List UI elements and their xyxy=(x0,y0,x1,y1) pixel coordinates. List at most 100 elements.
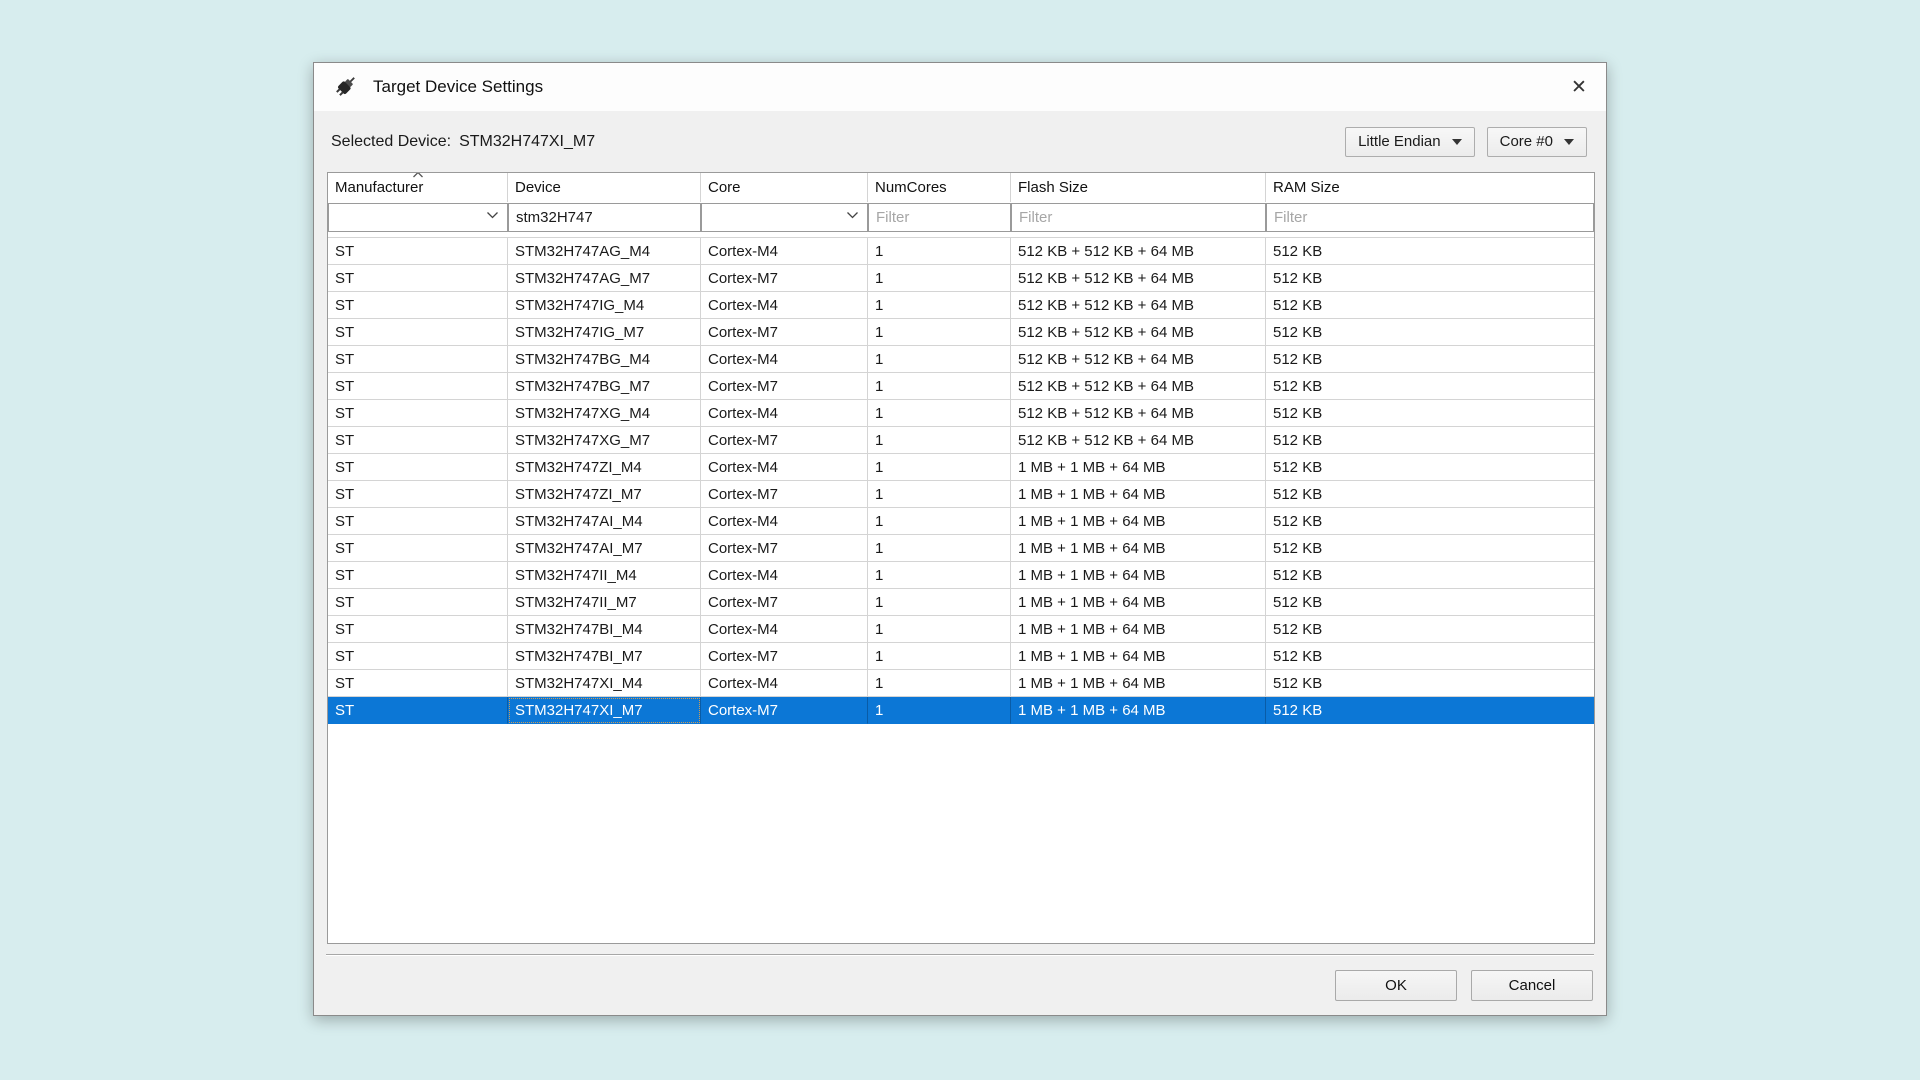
ram-size-filter-input[interactable] xyxy=(1266,203,1594,232)
cell-manufacturer: ST xyxy=(328,562,508,589)
cell-ram-size: 512 KB xyxy=(1266,373,1594,400)
cell-core: Cortex-M7 xyxy=(701,697,868,724)
cell-device: STM32H747XI_M4 xyxy=(508,670,701,697)
cell-flash-size: 512 KB + 512 KB + 64 MB xyxy=(1011,319,1266,346)
table-row[interactable]: ST STM32H747AI_M4 Cortex-M4 1 1 MB + 1 M… xyxy=(328,508,1594,535)
table-row[interactable]: ST STM32H747XI_M7 Cortex-M7 1 1 MB + 1 M… xyxy=(328,697,1594,724)
cell-flash-size: 512 KB + 512 KB + 64 MB xyxy=(1011,400,1266,427)
table-row[interactable]: ST STM32H747BI_M7 Cortex-M7 1 1 MB + 1 M… xyxy=(328,643,1594,670)
cell-flash-size: 512 KB + 512 KB + 64 MB xyxy=(1011,346,1266,373)
cell-numcores: 1 xyxy=(868,481,1011,508)
cell-flash-size: 1 MB + 1 MB + 64 MB xyxy=(1011,616,1266,643)
table-row[interactable]: ST STM32H747II_M7 Cortex-M7 1 1 MB + 1 M… xyxy=(328,589,1594,616)
cell-device: STM32H747AI_M7 xyxy=(508,535,701,562)
table-row[interactable]: ST STM32H747IG_M4 Cortex-M4 1 512 KB + 5… xyxy=(328,292,1594,319)
core-filter-combobox[interactable] xyxy=(701,203,868,232)
table-row[interactable]: ST STM32H747AG_M4 Cortex-M4 1 512 KB + 5… xyxy=(328,238,1594,265)
cell-numcores: 1 xyxy=(868,508,1011,535)
cell-core: Cortex-M7 xyxy=(701,589,868,616)
cell-numcores: 1 xyxy=(868,292,1011,319)
ok-button[interactable]: OK xyxy=(1335,970,1457,1001)
cell-numcores: 1 xyxy=(868,319,1011,346)
cell-core: Cortex-M7 xyxy=(701,265,868,292)
cell-flash-size: 512 KB + 512 KB + 64 MB xyxy=(1011,373,1266,400)
cell-manufacturer: ST xyxy=(328,535,508,562)
column-header-numcores[interactable]: NumCores xyxy=(868,173,1011,202)
device-filter-input[interactable] xyxy=(508,203,701,232)
cell-core: Cortex-M7 xyxy=(701,319,868,346)
dialog-titlebar[interactable]: Target Device Settings ✕ xyxy=(314,63,1606,111)
table-header-row: Manufacturer Device Core NumCores Flash … xyxy=(328,173,1594,202)
numcores-filter-input[interactable] xyxy=(868,203,1011,232)
chevron-down-icon xyxy=(1452,139,1462,145)
cell-flash-size: 1 MB + 1 MB + 64 MB xyxy=(1011,697,1266,724)
cell-manufacturer: ST xyxy=(328,643,508,670)
cell-numcores: 1 xyxy=(868,373,1011,400)
selected-device-label: Selected Device: xyxy=(331,133,451,151)
selected-device-value: STM32H747XI_M7 xyxy=(459,133,595,151)
table-row[interactable]: ST STM32H747XI_M4 Cortex-M4 1 1 MB + 1 M… xyxy=(328,670,1594,697)
cell-flash-size: 512 KB + 512 KB + 64 MB xyxy=(1011,427,1266,454)
cell-flash-size: 1 MB + 1 MB + 64 MB xyxy=(1011,643,1266,670)
column-header-manufacturer[interactable]: Manufacturer xyxy=(328,173,508,202)
cell-core: Cortex-M7 xyxy=(701,481,868,508)
table-row[interactable]: ST STM32H747BI_M4 Cortex-M4 1 1 MB + 1 M… xyxy=(328,616,1594,643)
cell-device: STM32H747BG_M7 xyxy=(508,373,701,400)
dialog-title: Target Device Settings xyxy=(373,77,543,97)
cancel-button[interactable]: Cancel xyxy=(1471,970,1593,1001)
table-row[interactable]: ST STM32H747BG_M4 Cortex-M4 1 512 KB + 5… xyxy=(328,346,1594,373)
table-row[interactable]: ST STM32H747AI_M7 Cortex-M7 1 1 MB + 1 M… xyxy=(328,535,1594,562)
cell-numcores: 1 xyxy=(868,535,1011,562)
cell-flash-size: 1 MB + 1 MB + 64 MB xyxy=(1011,481,1266,508)
cell-flash-size: 512 KB + 512 KB + 64 MB xyxy=(1011,238,1266,265)
flash-size-filter-input[interactable] xyxy=(1011,203,1266,232)
cell-ram-size: 512 KB xyxy=(1266,454,1594,481)
cell-device: STM32H747AG_M4 xyxy=(508,238,701,265)
table-row[interactable]: ST STM32H747IG_M7 Cortex-M7 1 512 KB + 5… xyxy=(328,319,1594,346)
table-row[interactable]: ST STM32H747BG_M7 Cortex-M7 1 512 KB + 5… xyxy=(328,373,1594,400)
table-row[interactable]: ST STM32H747II_M4 Cortex-M4 1 1 MB + 1 M… xyxy=(328,562,1594,589)
table-row[interactable]: ST STM32H747ZI_M7 Cortex-M7 1 1 MB + 1 M… xyxy=(328,481,1594,508)
cell-ram-size: 512 KB xyxy=(1266,238,1594,265)
cell-manufacturer: ST xyxy=(328,238,508,265)
selected-device-strip: Selected Device: STM32H747XI_M7 Little E… xyxy=(314,111,1606,172)
manufacturer-filter-combobox[interactable] xyxy=(328,203,508,232)
column-header-flash-size[interactable]: Flash Size xyxy=(1011,173,1266,202)
cell-ram-size: 512 KB xyxy=(1266,319,1594,346)
column-header-ram-size[interactable]: RAM Size xyxy=(1266,173,1594,202)
cell-manufacturer: ST xyxy=(328,508,508,535)
table-row[interactable]: ST STM32H747XG_M4 Cortex-M4 1 512 KB + 5… xyxy=(328,400,1594,427)
column-header-device[interactable]: Device xyxy=(508,173,701,202)
cell-ram-size: 512 KB xyxy=(1266,562,1594,589)
cell-manufacturer: ST xyxy=(328,265,508,292)
close-icon[interactable]: ✕ xyxy=(1562,71,1596,103)
cell-ram-size: 512 KB xyxy=(1266,292,1594,319)
cell-numcores: 1 xyxy=(868,238,1011,265)
endianness-dropdown-label: Little Endian xyxy=(1358,133,1441,150)
endianness-dropdown[interactable]: Little Endian xyxy=(1345,127,1475,157)
column-header-core[interactable]: Core xyxy=(701,173,868,202)
cell-ram-size: 512 KB xyxy=(1266,697,1594,724)
cell-ram-size: 512 KB xyxy=(1266,589,1594,616)
cell-numcores: 1 xyxy=(868,697,1011,724)
target-device-settings-dialog: Target Device Settings ✕ Selected Device… xyxy=(313,62,1607,1016)
cell-core: Cortex-M4 xyxy=(701,400,868,427)
table-row[interactable]: ST STM32H747XG_M7 Cortex-M7 1 512 KB + 5… xyxy=(328,427,1594,454)
sort-ascending-icon xyxy=(412,172,424,178)
cell-ram-size: 512 KB xyxy=(1266,346,1594,373)
cell-flash-size: 512 KB + 512 KB + 64 MB xyxy=(1011,292,1266,319)
table-row[interactable]: ST STM32H747AG_M7 Cortex-M7 1 512 KB + 5… xyxy=(328,265,1594,292)
cell-manufacturer: ST xyxy=(328,292,508,319)
cell-manufacturer: ST xyxy=(328,373,508,400)
core-dropdown[interactable]: Core #0 xyxy=(1487,127,1587,157)
table-row[interactable]: ST STM32H747ZI_M4 Cortex-M4 1 1 MB + 1 M… xyxy=(328,454,1594,481)
cell-core: Cortex-M7 xyxy=(701,643,868,670)
cell-core: Cortex-M4 xyxy=(701,508,868,535)
cell-device: STM32H747II_M7 xyxy=(508,589,701,616)
cell-numcores: 1 xyxy=(868,589,1011,616)
cell-core: Cortex-M7 xyxy=(701,373,868,400)
cell-ram-size: 512 KB xyxy=(1266,670,1594,697)
cell-device: STM32H747BG_M4 xyxy=(508,346,701,373)
table-filter-row xyxy=(328,202,1594,233)
cell-ram-size: 512 KB xyxy=(1266,616,1594,643)
